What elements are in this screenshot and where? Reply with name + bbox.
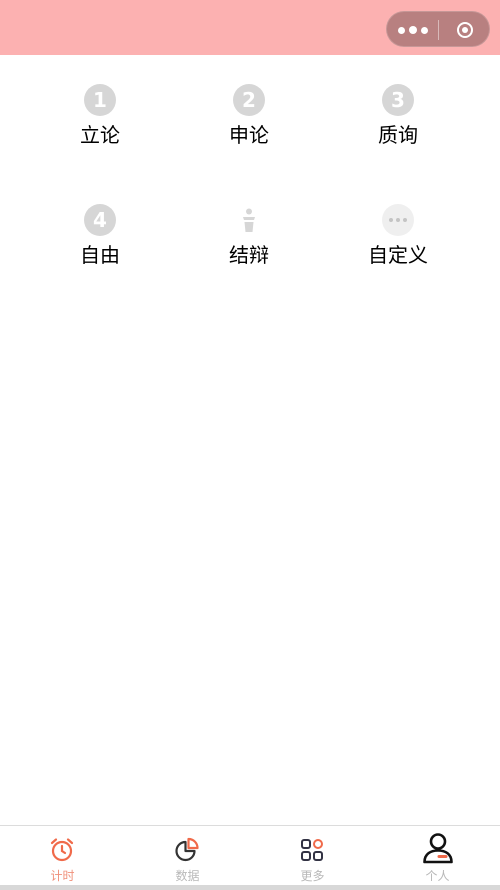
tab-label: 计时 bbox=[50, 869, 75, 883]
tab-data[interactable]: 数据 bbox=[125, 826, 250, 886]
user-icon bbox=[421, 831, 455, 865]
tab-label: 更多 bbox=[300, 869, 325, 883]
stage-item-3[interactable]: 3 质询 bbox=[338, 84, 458, 194]
ellipsis-icon bbox=[382, 204, 414, 236]
number-4-icon: 4 bbox=[84, 204, 116, 236]
grid-apps-icon bbox=[298, 836, 326, 864]
number-2-icon: 2 bbox=[233, 84, 265, 116]
home-indicator-bar bbox=[0, 885, 500, 890]
target-circle-icon[interactable] bbox=[439, 12, 491, 48]
tab-profile[interactable]: 个人 bbox=[375, 826, 500, 886]
mini-program-capsule bbox=[386, 11, 490, 47]
stage-label: 结辩 bbox=[229, 243, 269, 267]
number-3-icon: 3 bbox=[382, 84, 414, 116]
stage-label: 自由 bbox=[80, 243, 120, 267]
stage-label: 自定义 bbox=[368, 243, 428, 267]
pie-chart-icon bbox=[173, 836, 201, 864]
tab-timer[interactable]: 计时 bbox=[0, 826, 125, 886]
tab-bar: 计时 数据 更多 个人 bbox=[0, 825, 500, 886]
stage-label: 质询 bbox=[378, 123, 418, 147]
number-1-icon: 1 bbox=[84, 84, 116, 116]
stage-item-2[interactable]: 2 申论 bbox=[189, 84, 309, 194]
stage-item-closing[interactable]: 结辩 bbox=[189, 204, 309, 314]
more-dots-icon[interactable] bbox=[387, 12, 439, 48]
stage-label: 立论 bbox=[80, 123, 120, 147]
tab-label: 数据 bbox=[175, 869, 200, 883]
microphone-icon bbox=[233, 204, 265, 236]
stage-item-4[interactable]: 4 自由 bbox=[40, 204, 160, 314]
stage-item-1[interactable]: 1 立论 bbox=[40, 84, 160, 194]
tab-label: 个人 bbox=[425, 869, 450, 883]
stage-item-custom[interactable]: 自定义 bbox=[338, 204, 458, 314]
tab-more[interactable]: 更多 bbox=[250, 826, 375, 886]
stage-label: 申论 bbox=[229, 123, 269, 147]
top-bar bbox=[0, 0, 500, 55]
alarm-clock-icon bbox=[48, 836, 76, 864]
